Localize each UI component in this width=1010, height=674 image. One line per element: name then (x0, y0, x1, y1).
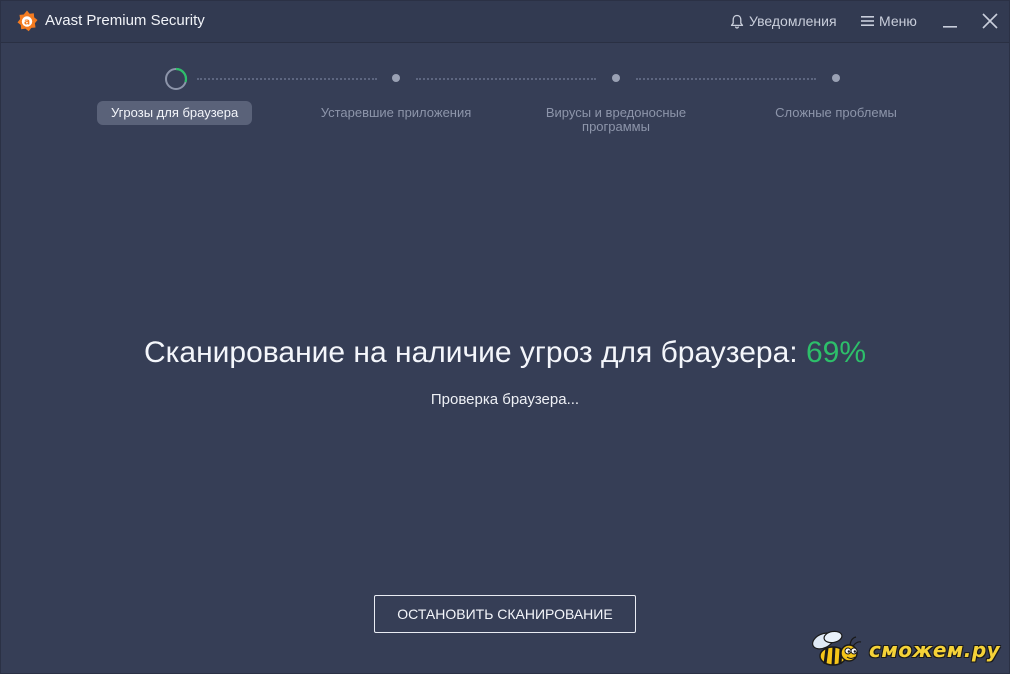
step-dot-2 (392, 74, 400, 82)
watermark-text: сможем.ру (869, 638, 1001, 662)
hamburger-icon (861, 16, 874, 26)
title-bar: a Avast Premium Security Уведомления Мен… (1, 1, 1009, 43)
svg-text:a: a (24, 18, 30, 28)
app-title: Avast Premium Security (45, 12, 205, 29)
close-button[interactable] (978, 9, 1002, 33)
menu-button[interactable]: Меню (861, 13, 917, 29)
close-icon (982, 13, 998, 29)
step-connector (636, 78, 816, 80)
step-label-outdated-apps: Устаревшие приложения (320, 105, 472, 120)
notifications-label: Уведомления (749, 13, 837, 29)
avast-logo-icon: a (17, 10, 38, 32)
minimize-button[interactable] (938, 9, 962, 33)
step-dot-3 (612, 74, 620, 82)
step-connector (416, 78, 596, 80)
step-connector (197, 78, 377, 80)
minimize-icon (943, 26, 957, 28)
scan-status: Проверка браузера... (430, 391, 580, 408)
step-label-viruses-malware: Вирусы и вредоносные программы (545, 105, 687, 134)
scan-title-text: Сканирование на наличие угроз для браузе… (143, 336, 798, 369)
watermark: сможем.ру (807, 629, 1007, 671)
step-dot-4 (832, 74, 840, 82)
scan-title: Сканирование на наличие угроз для браузе… (1, 335, 1009, 371)
bell-icon (730, 14, 744, 29)
notifications-button[interactable]: Уведомления (730, 13, 837, 29)
menu-label: Меню (879, 13, 917, 29)
step-progress-spinner-icon (165, 67, 188, 90)
step-label-advanced-issues: Сложные проблемы (775, 105, 897, 120)
stop-scan-button[interactable]: ОСТАНОВИТЬ СКАНИРОВАНИЕ (374, 595, 636, 633)
bee-icon (812, 630, 862, 666)
step-label-browser-threats: Угрозы для браузера (97, 101, 253, 125)
app-window: a Avast Premium Security Уведомления Мен… (0, 0, 1010, 674)
scan-percent: 69% (805, 336, 867, 369)
